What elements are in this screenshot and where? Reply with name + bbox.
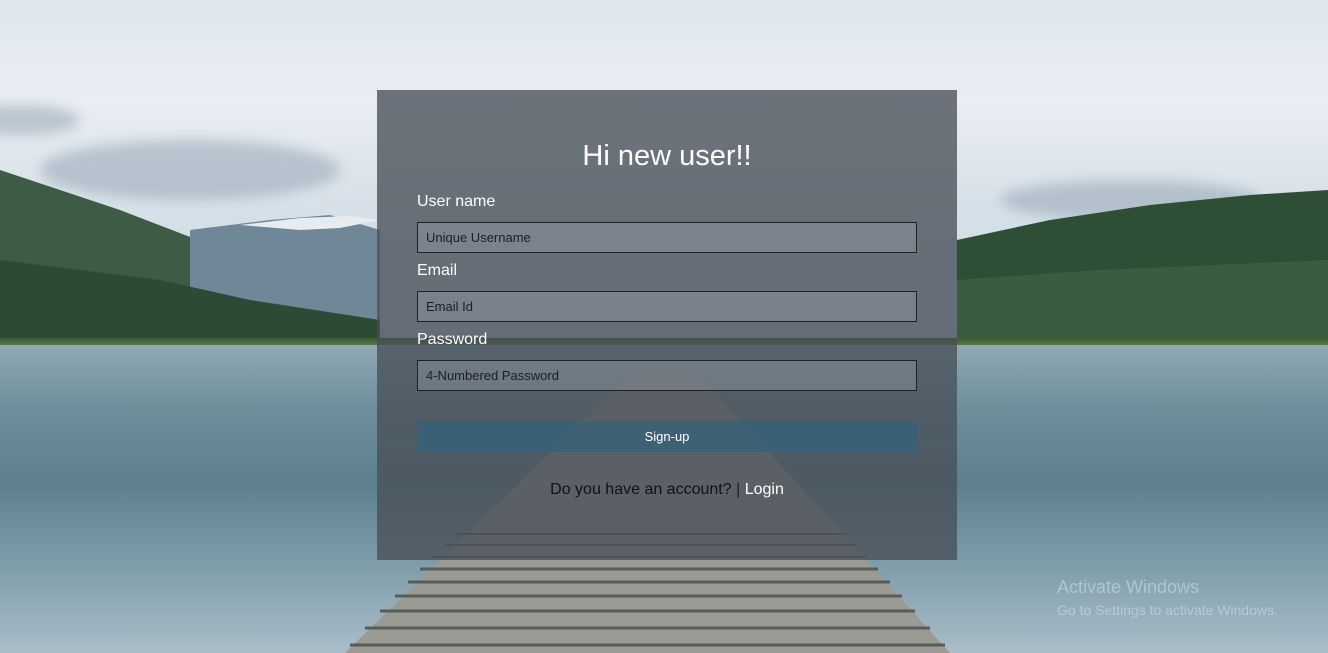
- watermark-subtitle: Go to Settings to activate Windows.: [1057, 602, 1278, 618]
- username-input[interactable]: [417, 222, 917, 253]
- page-title: Hi new user!!: [582, 140, 752, 172]
- signup-card: Hi new user!! User name Email Password S…: [377, 90, 957, 560]
- account-prompt-text: Do you have an account?: [550, 481, 732, 498]
- account-prompt-line: Do you have an account? | Login: [377, 481, 957, 499]
- password-label: Password: [417, 331, 488, 348]
- activation-watermark: Activate Windows Go to Settings to activ…: [1057, 577, 1278, 618]
- separator: |: [736, 481, 741, 498]
- login-link[interactable]: Login: [745, 481, 784, 498]
- username-label: User name: [417, 193, 496, 210]
- email-label: Email: [417, 262, 458, 279]
- signup-button[interactable]: Sign-up: [417, 421, 917, 452]
- email-input[interactable]: [417, 291, 917, 322]
- password-input[interactable]: [417, 360, 917, 391]
- watermark-title: Activate Windows: [1057, 577, 1200, 597]
- page-background: Hi new user!! User name Email Password S…: [0, 0, 1328, 653]
